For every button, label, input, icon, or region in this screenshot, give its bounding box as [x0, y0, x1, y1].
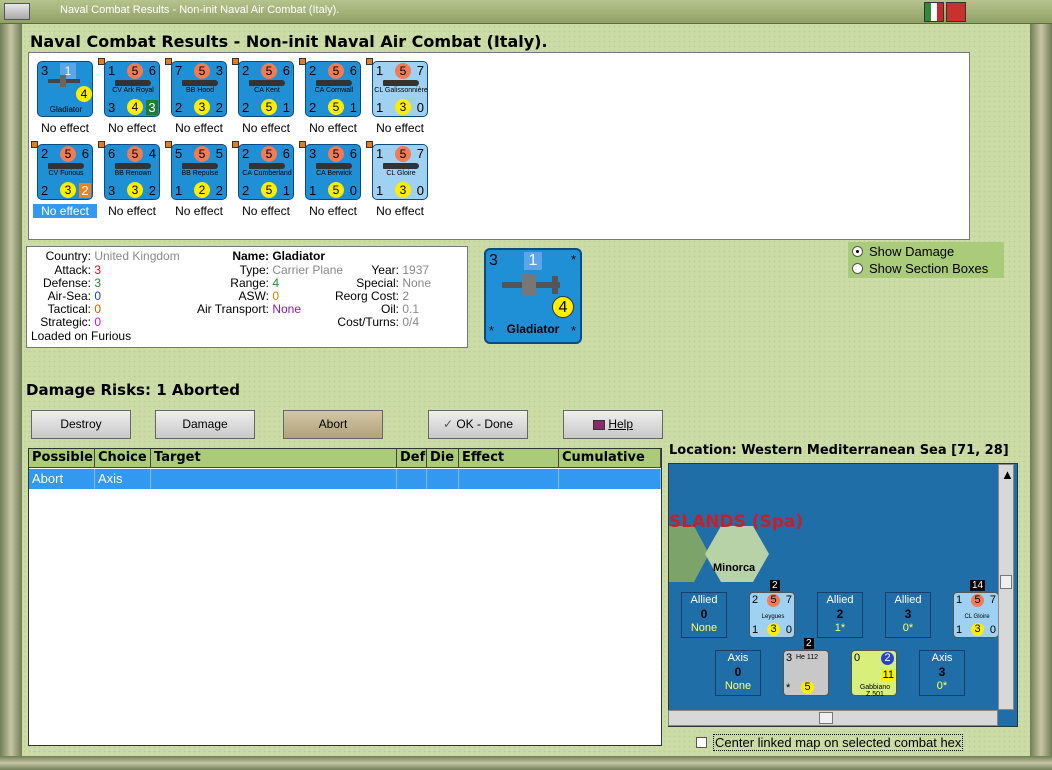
region-label: SLANDS (Spa) [669, 512, 804, 532]
radio-icon [852, 263, 863, 274]
book-icon [592, 419, 605, 430]
unit-counter-repulse[interactable]: 555 BB Repulse 122 [165, 141, 227, 200]
unit-effect: No effect [175, 121, 223, 135]
ship-icon [383, 80, 419, 86]
unit-effect: No effect [108, 204, 156, 218]
window-frame-bottom [0, 756, 1052, 770]
center-map-checkbox[interactable]: Center linked map on selected combat hex [696, 734, 964, 751]
unit-effect: No effect [242, 121, 290, 135]
unit-effect-selected: No effect [33, 204, 97, 218]
radio-icon [852, 246, 863, 257]
map-counter-gloire[interactable]: 14 1 5 7 CL Gloire 1 3 0 [953, 580, 999, 638]
ship-icon [383, 163, 419, 169]
ship-icon [249, 163, 285, 169]
damage-table: Possible Choice Target Def Die Effect Cu… [28, 448, 662, 746]
allied-section-box[interactable]: Allied 0 None [681, 592, 727, 638]
uk-flag-icon [946, 2, 966, 22]
page-title: Naval Combat Results - Non-init Naval Ai… [30, 32, 548, 51]
axis-section-box[interactable]: Axis 3 0* [919, 650, 965, 696]
show-section-boxes-radio[interactable]: Show Section Boxes [852, 261, 988, 276]
unit-counter-ark-royal[interactable]: 156 CV Ark Royal 343 [98, 58, 160, 117]
ship-icon [182, 80, 218, 86]
table-header: Possible Choice Target Def Die Effect Cu… [29, 449, 661, 468]
map-counter-gabbiano[interactable]: 0 2 Gabbiano Z.501 11 [851, 650, 897, 698]
damage-risks-label: Damage Risks: 1 Aborted [26, 381, 240, 399]
abort-button[interactable]: Abort [283, 410, 383, 439]
unit-effect: No effect [376, 121, 424, 135]
unit-effect: No effect [376, 204, 424, 218]
location-map[interactable]: Minorca SLANDS (Spa) Allied 0 None 2 2 5… [668, 463, 1018, 727]
unit-counter-renown[interactable]: 654 BB Renown 332 [98, 141, 160, 200]
show-damage-radio[interactable]: Show Damage [852, 244, 954, 259]
unit-counter-berwick[interactable]: 356 CA Berwick 150 [299, 141, 361, 200]
map-horizontal-scrollbar[interactable] [668, 710, 998, 726]
ship-icon [182, 163, 218, 169]
hex-label: Minorca [713, 562, 756, 574]
unit-counter-furious[interactable]: 256 CV Furious 232 [31, 141, 93, 200]
scroll-thumb[interactable] [819, 712, 833, 724]
location-label: Location: Western Mediterranean Sea [71,… [669, 443, 1009, 458]
unit-counter-hood[interactable]: 753 BB Hood 232 [165, 58, 227, 117]
allied-section-box[interactable]: Allied 2 1* [817, 592, 863, 638]
scroll-up-arrow-icon[interactable]: ▲ [1001, 467, 1014, 482]
ship-icon [48, 163, 84, 169]
selected-unit-counter: 3 1 * 4 * * Gladiator [484, 248, 582, 344]
map-counter-he112[interactable]: 2 3 He 112 * 5 [783, 638, 829, 696]
unit-counter-cornwall[interactable]: 256 CA Cornwall 251 [299, 58, 361, 117]
unit-counter-cumberland[interactable]: 256 CA Cumberland 251 [232, 141, 294, 200]
damage-button[interactable]: Damage [155, 410, 255, 439]
unit-effect: No effect [41, 121, 89, 135]
unit-effect: No effect [309, 121, 357, 135]
unit-effect: No effect [108, 121, 156, 135]
units-panel: 3 1 4 Gladiator No effect 156 CV Ark Roy… [28, 52, 970, 240]
window-frame-right [1030, 24, 1052, 770]
table-row[interactable]: Abort Axis [29, 469, 661, 489]
window-frame-left [0, 24, 22, 770]
scroll-thumb[interactable] [1000, 575, 1012, 589]
unit-info-panel: Country: United Kingdom Attack: 3 Defens… [26, 246, 468, 348]
axis-section-box[interactable]: Axis 0 None [715, 650, 761, 696]
ship-icon [115, 163, 151, 169]
ship-icon [249, 80, 285, 86]
unit-counter-kent[interactable]: 256 CA Kent 251 [232, 58, 294, 117]
unit-counter-galissonniere[interactable]: 157 CL Galissonnière 130 [366, 58, 428, 117]
checkbox-icon [696, 737, 707, 748]
allied-section-box[interactable]: Allied 3 0* [885, 592, 931, 638]
unit-counter-gladiator[interactable]: 3 1 4 Gladiator [37, 61, 93, 117]
title-bar: Naval Combat Results - Non-init Naval Ai… [0, 0, 1052, 24]
ship-icon [316, 163, 352, 169]
ok-done-button[interactable]: ✓ OK - Done [428, 410, 528, 439]
map-counter-leygues[interactable]: 2 2 5 7 Leygues 1 3 0 [749, 580, 795, 638]
system-menu-button[interactable] [4, 3, 30, 20]
unit-effect: No effect [242, 204, 290, 218]
content-area: Naval Combat Results - Non-init Naval Ai… [22, 24, 1030, 756]
display-options: Show Damage Show Section Boxes [848, 242, 1004, 278]
unit-effect: No effect [309, 204, 357, 218]
italy-flag-icon [924, 2, 944, 22]
unit-effect: No effect [175, 204, 223, 218]
unit-counter-gloire[interactable]: 157 CL Gloire 130 [366, 141, 428, 200]
window-title: Naval Combat Results - Non-init Naval Ai… [60, 4, 340, 16]
checkmark-icon: ✓ [442, 417, 453, 431]
ship-icon [316, 80, 352, 86]
help-button[interactable]: Help [563, 410, 663, 439]
land-hex [669, 526, 709, 582]
map-vertical-scrollbar[interactable]: ▲ [998, 464, 1014, 710]
ship-icon [115, 80, 151, 86]
destroy-button[interactable]: Destroy [31, 410, 131, 439]
